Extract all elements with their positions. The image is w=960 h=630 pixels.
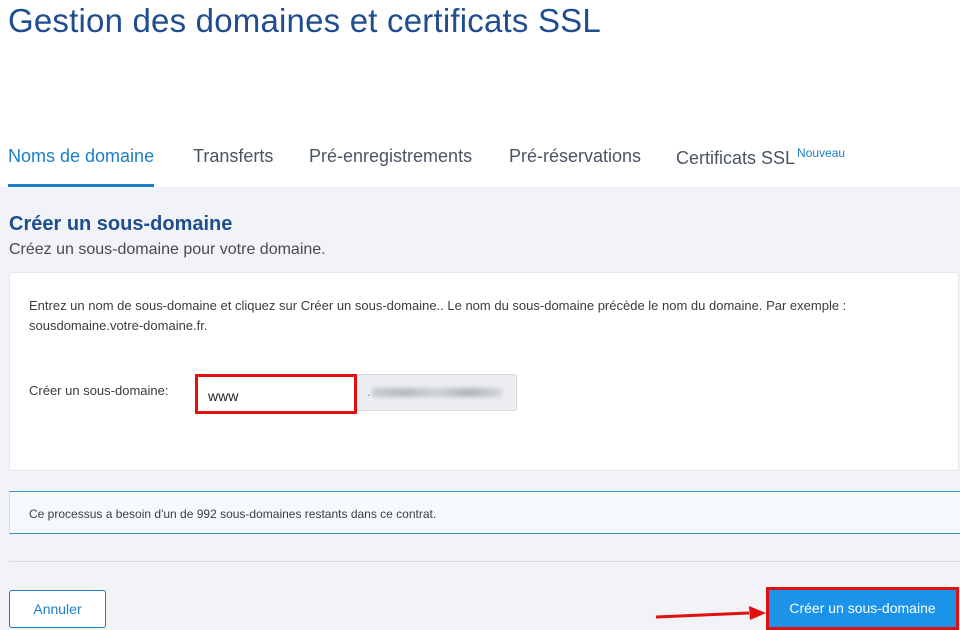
domain-suffix: . xyxy=(357,374,517,411)
tab-label: Pré-enregistrements xyxy=(309,146,473,166)
annotation-arrow-icon xyxy=(655,606,766,620)
create-subdomain-button[interactable]: Créer un sous-domaine xyxy=(769,590,956,627)
domain-prefix: . xyxy=(367,385,371,399)
cancel-button[interactable]: Annuler xyxy=(9,590,106,628)
page-title: Gestion des domaines et certificats SSL xyxy=(8,2,601,39)
tab-pre-reservations[interactable]: Pré-réservations xyxy=(509,146,641,187)
section-title: Créer un sous-domaine xyxy=(9,213,233,235)
help-text: Entrez un nom de sous-domaine et cliquez… xyxy=(29,298,847,333)
tab-bar: Noms de domaine Transferts Pré-enregistr… xyxy=(0,126,960,188)
section-subtitle: Créez un sous-domaine pour votre domaine… xyxy=(9,241,326,258)
tab-certificats-ssl[interactable]: Certificats SSL Nouveau xyxy=(676,146,845,187)
tab-label: Noms de domaine xyxy=(8,146,155,166)
tab-label: Certificats SSL xyxy=(676,148,796,168)
tab-label: Pré-réservations xyxy=(509,146,642,166)
tab-transferts[interactable]: Transferts xyxy=(193,146,273,187)
new-badge: Nouveau xyxy=(797,146,846,160)
divider xyxy=(9,561,960,562)
tab-noms-de-domaine[interactable]: Noms de domaine xyxy=(8,146,155,187)
subdomain-field-label: Créer un sous-domaine: xyxy=(29,383,169,398)
redacted-domain xyxy=(372,388,503,398)
tab-label: Transferts xyxy=(193,146,274,166)
info-text: Ce processus a besoin d'un de 992 sous-d… xyxy=(29,507,437,521)
tab-pre-enregistrements[interactable]: Pré-enregistrements xyxy=(309,146,472,187)
subdomain-input[interactable] xyxy=(195,374,357,414)
